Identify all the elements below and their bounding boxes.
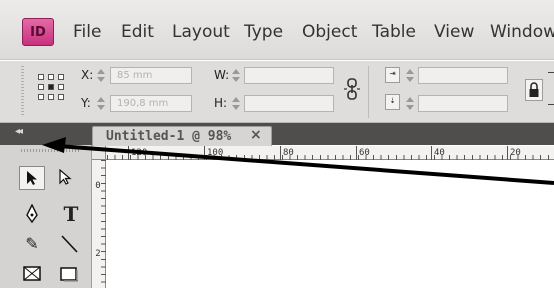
annotation-arrow [42, 137, 554, 185]
